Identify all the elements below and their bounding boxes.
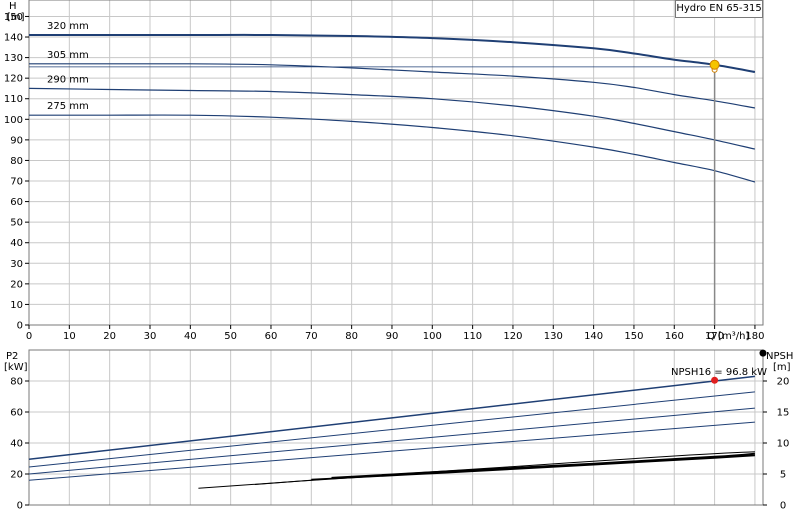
- flow-tick-label: 90: [386, 331, 399, 342]
- npsh-axis-label: NPSH: [766, 351, 793, 362]
- impeller-diameter-label: 275 mm: [47, 101, 89, 112]
- pump-model-label: Hydro EN 65-315: [675, 0, 763, 18]
- head-tick-label: 80: [10, 156, 23, 167]
- flow-tick-label: 70: [305, 331, 318, 342]
- flow-tick-label: 10: [63, 331, 76, 342]
- head-tick-labels: 0 10 20 30 40 50 60 70 80 90 100 110 120 130 140 150 160…: [4, 12, 765, 342]
- flow-tick-label: 160: [665, 331, 684, 342]
- head-tick-label: 110: [4, 94, 23, 105]
- npsh-tick-label: 15: [777, 408, 790, 419]
- head-tick-label: 40: [10, 238, 23, 249]
- flow-tick-label: 140: [584, 331, 603, 342]
- flow-tick-label: 80: [345, 331, 358, 342]
- head-tick-label: 0: [17, 321, 23, 332]
- npsh-axis-unit: [m]: [773, 362, 791, 373]
- npsh-tick-label: 20: [777, 377, 790, 388]
- head-plot-frame: [28, 0, 764, 326]
- flow-tick-label: 120: [503, 331, 522, 342]
- duty-point: [709, 59, 720, 70]
- head-tick-label: 10: [10, 300, 23, 311]
- flow-tick-label: 150: [624, 331, 643, 342]
- npsh-tick-label: 0: [780, 501, 786, 512]
- head-tick-label: 60: [10, 197, 23, 208]
- pump-curve-chart: 320 mm 305 mm 290 mm 275 mm 0 10 20 30 40 50 60 70…: [0, 0, 800, 520]
- power-axis-label: P2: [6, 351, 18, 362]
- power-grid: [28, 350, 763, 506]
- head-tick-label: 90: [10, 135, 23, 146]
- chart-canvas: 320 mm305 mm290 mm275 mm 0 10 20 30 40 50 60 70…: [4, 0, 793, 512]
- impeller-diameter-label: 320 mm: [47, 21, 89, 32]
- flow-tick-label: 40: [184, 331, 197, 342]
- npsh-note: NPSH16 = 96.8 kW: [671, 367, 767, 378]
- flow-tick-label: 50: [224, 331, 237, 342]
- head-grid: [28, 0, 763, 326]
- npsh-tick-label: 10: [777, 439, 790, 450]
- power-plot-frame: [28, 349, 764, 506]
- flow-tick-label: 0: [26, 331, 32, 342]
- power-axis-unit: [kW]: [4, 362, 28, 373]
- power-tick-label: 0: [17, 501, 23, 512]
- flow-tick-label: 110: [463, 331, 482, 342]
- head-tick-label: 120: [4, 74, 23, 85]
- npsh-curves: [198, 451, 755, 489]
- power-tick-labels: 0 20 40 60 80 0 5 10 15 20: [10, 377, 789, 512]
- head-tick-label: 50: [10, 218, 23, 229]
- head-tick-label: 140: [4, 33, 23, 44]
- impeller-diameter-label: 290 mm: [47, 74, 89, 85]
- head-tick-label: 70: [10, 177, 23, 188]
- head-axis-label: H: [9, 1, 17, 12]
- flow-tick-label: 20: [103, 331, 116, 342]
- head-axis-unit: [m]: [7, 12, 25, 23]
- power-tick-label: 20: [10, 470, 23, 481]
- flow-axis-label: Q [m³/h]: [707, 331, 749, 342]
- npsh-tick-label: 5: [780, 470, 786, 481]
- flow-tick-label: 30: [144, 331, 157, 342]
- head-tick-label: 100: [4, 115, 23, 126]
- head-tick-label: 30: [10, 259, 23, 270]
- head-tick-label: 20: [10, 279, 23, 290]
- flow-tick-label: 60: [265, 331, 278, 342]
- power-tick-label: 80: [10, 377, 23, 388]
- power-tick-label: 40: [10, 439, 23, 450]
- flow-tick-label: 130: [544, 331, 563, 342]
- power-tick-label: 60: [10, 408, 23, 419]
- flow-tick-label: 100: [423, 331, 442, 342]
- impeller-diameter-label: 305 mm: [47, 50, 89, 61]
- head-tick-label: 130: [4, 53, 23, 64]
